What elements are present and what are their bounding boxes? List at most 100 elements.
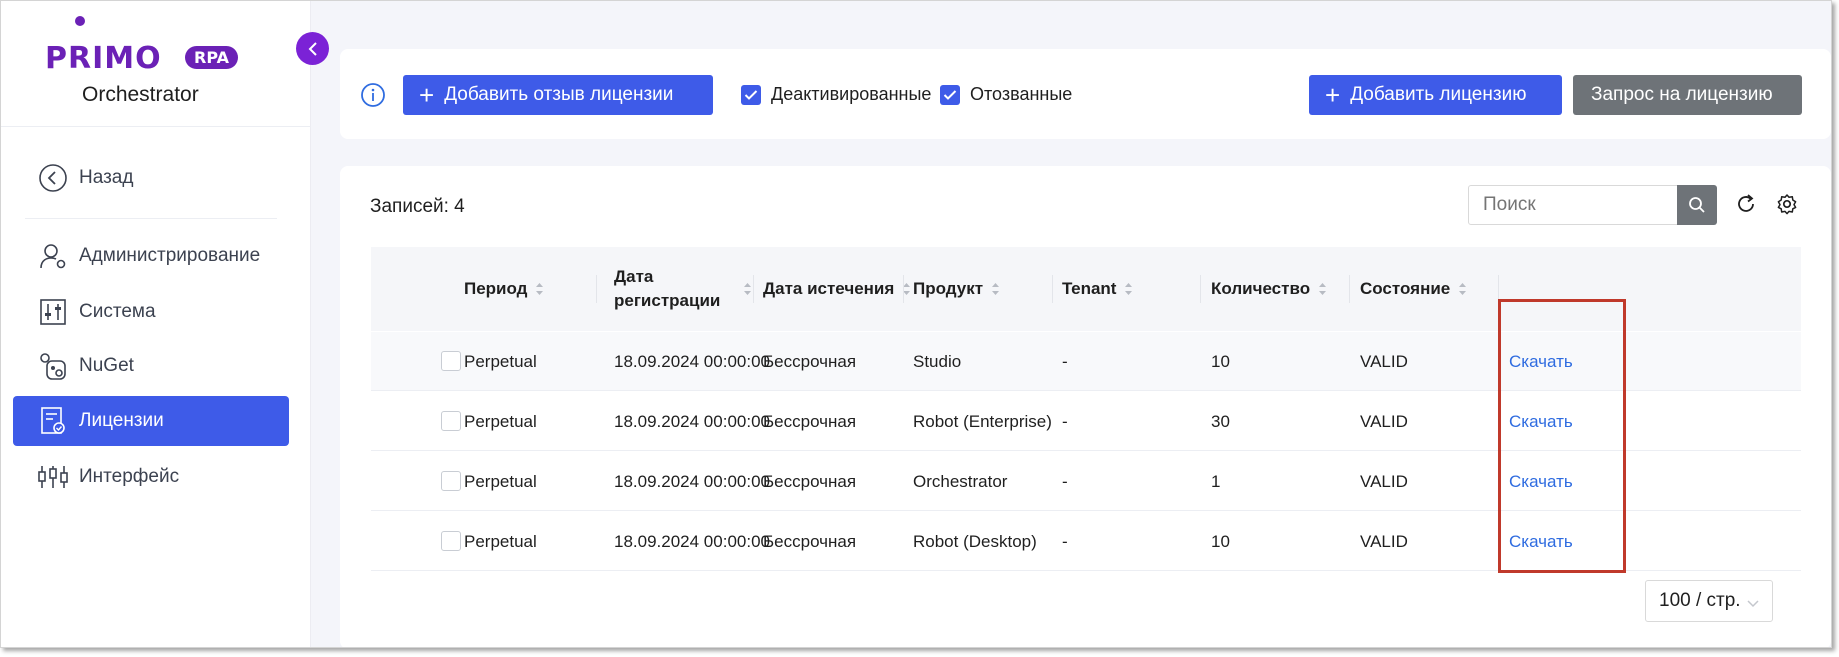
refresh-icon[interactable]	[1735, 193, 1757, 220]
row-checkbox[interactable]	[441, 471, 461, 491]
page-size-select[interactable]: 100 / стр.	[1645, 580, 1773, 622]
column-header-label: Период	[464, 279, 528, 298]
sort-icon	[535, 282, 544, 296]
sort-icon	[1124, 282, 1133, 296]
revoked-checkbox[interactable]: Отозванные	[940, 84, 1072, 105]
cell-expiry: Бессрочная	[763, 351, 857, 371]
sidebar-item-administration[interactable]: Администрирование	[13, 231, 289, 281]
cell-expiry: Бессрочная	[763, 531, 857, 551]
collapse-sidebar-button[interactable]	[296, 32, 329, 65]
toolbar-card: + Добавить отзыв лицензии Деактивированн…	[340, 49, 1831, 139]
app-window: PRIMO RPA Orchestrator Назад Администрир…	[0, 0, 1832, 648]
cell-state: VALID	[1360, 351, 1408, 371]
checkbox-label: Отозванные	[970, 84, 1073, 104]
add-license-button[interactable]: + Добавить лицензию	[1309, 75, 1562, 115]
request-license-button[interactable]: Запрос на лицензию	[1573, 75, 1802, 115]
cell-quantity: 30	[1211, 411, 1230, 431]
column-header-label: Дата истечения	[763, 279, 895, 298]
back-circle-icon	[37, 162, 69, 194]
sort-icon	[991, 282, 1000, 296]
column-header-quantity[interactable]: Количество	[1211, 247, 1327, 331]
column-header-label: Продукт	[913, 279, 984, 298]
sidebar-item-nuget[interactable]: NuGet	[13, 341, 289, 391]
sidebar-item-label: Система	[79, 301, 156, 322]
cell-tenant: -	[1062, 531, 1068, 551]
search-button[interactable]	[1677, 185, 1717, 225]
row-checkbox[interactable]	[441, 351, 461, 371]
button-label: Запрос на лицензию	[1591, 84, 1773, 105]
sidebar-item-interface[interactable]: Интерфейс	[13, 452, 289, 502]
column-header-label: Дата регистрации	[614, 265, 720, 313]
logo-badge: RPA	[185, 46, 238, 69]
checkmark-icon	[940, 84, 960, 105]
sidebar-item-system[interactable]: Система	[13, 287, 289, 337]
sort-icon	[1318, 282, 1327, 296]
row-checkbox[interactable]	[441, 531, 461, 551]
logo-antenna	[75, 16, 85, 26]
sort-icon	[1458, 282, 1467, 296]
column-header-period[interactable]: Период	[464, 247, 544, 331]
cell-quantity: 10	[1211, 351, 1230, 371]
divider	[25, 218, 277, 219]
sidebar-item-label: NuGet	[79, 355, 134, 376]
page-size-value: 100 / стр.	[1659, 590, 1741, 611]
logo-word: PRIMO	[45, 41, 162, 76]
sidebar-item-label: Администрирование	[79, 245, 261, 266]
sidebar-item-label: Интерфейс	[79, 466, 180, 487]
chevron-down-icon	[1746, 593, 1760, 615]
cell-tenant: -	[1062, 351, 1068, 371]
sliders-icon	[37, 296, 69, 328]
sidebar-item-back[interactable]: Назад	[13, 153, 289, 203]
cell-period: Perpetual	[464, 471, 537, 491]
plus-icon: +	[419, 80, 435, 110]
sidebar-item-label: Назад	[79, 167, 134, 188]
cell-registration-date: 18.09.2024 00:00:00	[614, 411, 770, 431]
logo-subtitle: Orchestrator	[82, 83, 199, 106]
row-checkbox[interactable]	[441, 411, 461, 431]
gear-icon[interactable]	[1776, 193, 1798, 220]
column-header-line: Дата	[614, 267, 654, 286]
cell-expiry: Бессрочная	[763, 471, 857, 491]
divider	[1, 126, 311, 127]
column-divider	[596, 275, 597, 303]
logo: PRIMO RPA Orchestrator	[45, 13, 255, 113]
chevron-left-icon	[308, 41, 317, 56]
checkbox-label: Деактивированные	[771, 84, 932, 104]
column-divider	[1200, 275, 1201, 303]
column-header-registration-date[interactable]: Дата регистрации	[614, 247, 754, 331]
column-header-label: Tenant	[1062, 279, 1117, 298]
button-label: Добавить отзыв лицензии	[444, 84, 674, 105]
cell-product: Robot (Enterprise)	[913, 411, 1052, 431]
add-license-review-button[interactable]: + Добавить отзыв лицензии	[403, 75, 713, 115]
cell-period: Perpetual	[464, 351, 537, 371]
cell-tenant: -	[1062, 471, 1068, 491]
cell-product: Robot (Desktop)	[913, 531, 1037, 551]
search-icon	[1689, 197, 1705, 213]
records-count: Записей: 4	[370, 196, 465, 217]
sidebar-item-licenses[interactable]: Лицензии	[13, 396, 289, 446]
column-header-product[interactable]: Продукт	[913, 247, 1000, 331]
column-header-tenant[interactable]: Tenant	[1062, 247, 1133, 331]
column-header-line: регистрации	[614, 291, 721, 310]
checkmark-icon	[741, 84, 761, 105]
cell-registration-date: 18.09.2024 00:00:00	[614, 351, 770, 371]
column-header-state[interactable]: Состояние	[1360, 247, 1467, 331]
sidebar-item-label: Лицензии	[79, 410, 164, 431]
column-divider	[1052, 275, 1053, 303]
search-input[interactable]	[1468, 185, 1678, 225]
button-label: Добавить лицензию	[1350, 84, 1527, 105]
equalizer-icon	[37, 461, 69, 493]
cell-product: Orchestrator	[913, 471, 1008, 491]
column-divider	[903, 275, 904, 303]
license-doc-icon	[37, 405, 69, 437]
cell-period: Perpetual	[464, 531, 537, 551]
user-gear-icon	[37, 240, 69, 272]
nuget-icon	[37, 350, 69, 382]
plus-icon: +	[1325, 80, 1341, 110]
deactivated-checkbox[interactable]: Деактивированные	[741, 84, 931, 105]
info-icon[interactable]	[360, 82, 386, 113]
cell-quantity: 10	[1211, 531, 1230, 551]
cell-period: Perpetual	[464, 411, 537, 431]
column-header-expiry[interactable]: Дата истечения	[763, 247, 911, 331]
cell-registration-date: 18.09.2024 00:00:00	[614, 531, 770, 551]
